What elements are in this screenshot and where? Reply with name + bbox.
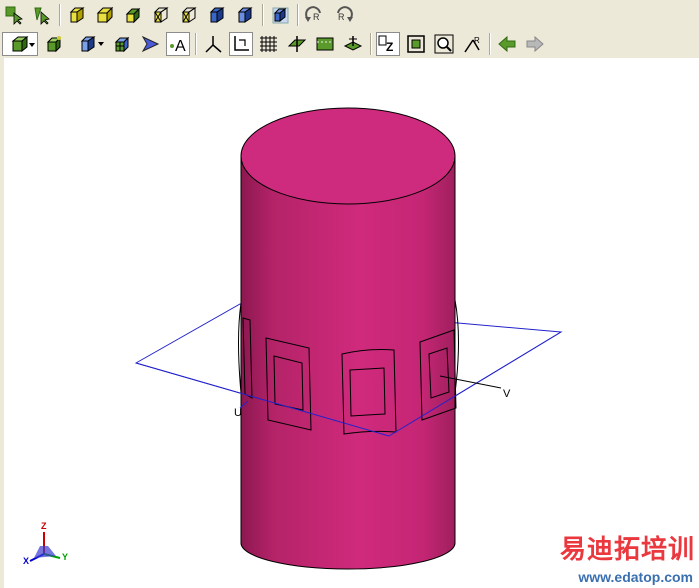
box-yellow-flat-icon <box>95 5 115 25</box>
select-edge-icon <box>32 5 52 25</box>
box-yellow-flat-button[interactable] <box>93 3 117 27</box>
axes-button[interactable] <box>201 32 225 56</box>
box-wire-blue-icon <box>207 5 227 25</box>
rotate-left-icon: R <box>304 5 326 25</box>
axis-triad <box>29 532 61 562</box>
rotate-right-icon: R <box>332 5 354 25</box>
rect-face-icon <box>315 34 335 54</box>
svg-text:A: A <box>175 38 186 54</box>
corner-button[interactable] <box>229 31 253 56</box>
wire-box-dropdown-icon <box>78 34 98 54</box>
box-wire-grey-icon <box>270 5 290 25</box>
rect-face-button[interactable] <box>313 32 337 56</box>
back-arrow-icon <box>497 34 517 54</box>
svg-text:Z: Z <box>386 40 393 54</box>
box-yellow-half-button[interactable] <box>121 3 145 27</box>
tree-icon <box>343 34 363 54</box>
zoom-z-button[interactable]: Z <box>376 31 400 56</box>
zoom-z-icon: Z <box>377 34 399 54</box>
box-wire-yellow-2-button[interactable] <box>177 3 201 27</box>
svg-text:R: R <box>313 12 320 22</box>
grid-icon <box>259 34 279 54</box>
select-vertex-icon <box>4 5 24 25</box>
box-wire-yellow-2-icon <box>179 5 199 25</box>
box-wire-blue-button[interactable] <box>205 3 229 27</box>
toolbar-separator <box>59 3 60 26</box>
rotate-right-button[interactable]: R <box>331 3 355 27</box>
svg-text:R: R <box>474 36 480 45</box>
text-annotation-icon: A <box>168 34 188 54</box>
grid-button[interactable] <box>257 32 281 56</box>
watermark-title: 易迪拓培训 <box>559 535 695 565</box>
triad-y-label: Y <box>62 552 69 562</box>
forward-arrow-icon <box>525 34 545 54</box>
chevron-down-icon[interactable] <box>29 42 35 47</box>
wire-box-dropdown-button[interactable] <box>70 32 106 56</box>
mesh-box-icon <box>112 34 132 54</box>
watermark-url: www.edatop.com <box>578 569 693 585</box>
select-vertex-button[interactable] <box>2 3 26 27</box>
plane-button[interactable] <box>285 32 309 56</box>
shaded-view-dropdown-icon <box>10 34 30 54</box>
select-edge-button[interactable] <box>30 3 54 27</box>
pick-r-button[interactable]: R <box>460 32 484 56</box>
pick-r-icon: R <box>462 34 482 54</box>
zoom-icon <box>434 34 454 54</box>
toolbar-separator <box>297 3 298 26</box>
plane-icon <box>287 34 307 54</box>
box-wire-yellow-icon <box>151 5 171 25</box>
box-yellow-button[interactable] <box>65 3 89 27</box>
triad-x-label: X <box>23 556 30 566</box>
svg-text:R: R <box>338 12 345 22</box>
chevron-down-icon[interactable] <box>98 41 104 46</box>
toolbar-separator <box>195 32 196 55</box>
box-wire-grey-button[interactable] <box>268 3 292 27</box>
fit-all-icon <box>406 34 426 54</box>
axis-u-label: U <box>234 407 242 419</box>
triad-z-label: Z <box>41 521 47 531</box>
axes-icon <box>203 34 223 54</box>
toolbar-separator <box>262 3 263 26</box>
toolbar-row-2: AZR <box>0 29 549 58</box>
zoom-button[interactable] <box>432 32 456 56</box>
arrow-select-icon <box>140 34 160 54</box>
shaded-view-dropdown-button[interactable] <box>2 31 38 56</box>
text-annotation-button[interactable]: A <box>166 31 190 56</box>
back-arrow-button[interactable] <box>495 32 519 56</box>
arrow-select-button[interactable] <box>138 32 162 56</box>
toolbar-row-1: RR <box>0 0 357 29</box>
box-wire-blue-2-icon <box>235 5 255 25</box>
toolbar-separator <box>489 32 490 55</box>
mesh-box-button[interactable] <box>110 32 134 56</box>
3d-viewport[interactable]: U V Z X Y 易迪拓培训 www.edatop.com <box>0 58 699 588</box>
box-wire-yellow-button[interactable] <box>149 3 173 27</box>
box-wire-blue-2-button[interactable] <box>233 3 257 27</box>
box-yellow-icon <box>67 5 87 25</box>
3d-scene <box>29 107 563 570</box>
toolbar-area: RR AZR <box>0 0 699 58</box>
solid-box-icon <box>44 34 64 54</box>
cylinder[interactable] <box>238 107 459 570</box>
rotate-left-button[interactable]: R <box>303 3 327 27</box>
corner-icon <box>231 34 251 54</box>
solid-box-button[interactable] <box>42 32 66 56</box>
toolbar-separator <box>370 32 371 55</box>
forward-arrow-button[interactable] <box>523 32 547 56</box>
fit-all-button[interactable] <box>404 32 428 56</box>
box-yellow-half-icon <box>123 5 143 25</box>
tree-button[interactable] <box>341 32 365 56</box>
axis-v-label: V <box>503 388 511 400</box>
